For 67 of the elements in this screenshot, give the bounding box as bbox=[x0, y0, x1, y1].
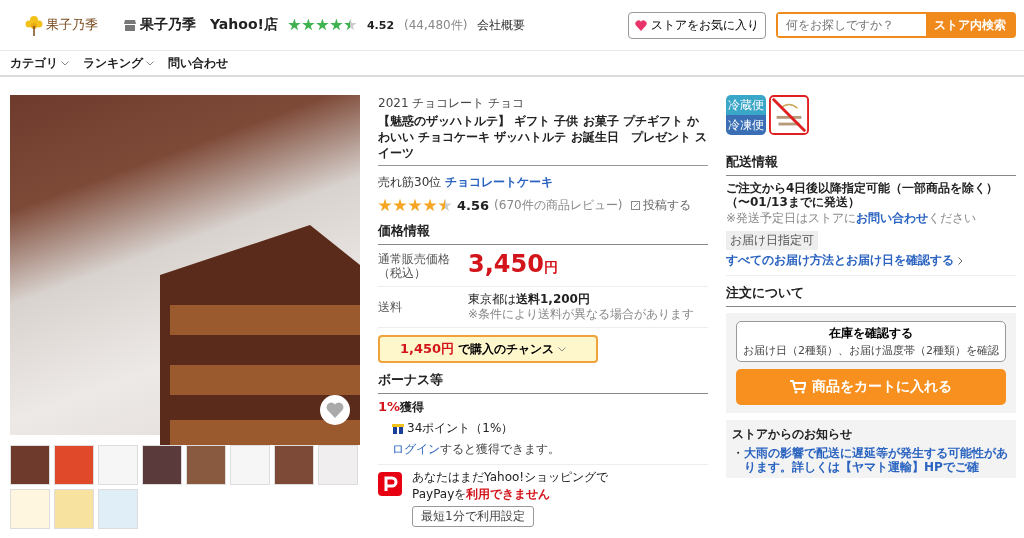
thumbnail-image[interactable] bbox=[54, 445, 94, 485]
favorite-store-button[interactable]: ストアをお気に入り bbox=[628, 11, 766, 39]
shipping-note: ※条件により送料が異なる場合があります bbox=[468, 307, 695, 322]
chevron-icon bbox=[958, 256, 963, 265]
thumbnail-image[interactable] bbox=[318, 445, 358, 485]
write-review-link[interactable]: 投稿する bbox=[631, 197, 692, 214]
shipping-fee: 東京都は送料1,200円 bbox=[468, 292, 591, 307]
points-card-icon bbox=[392, 423, 404, 434]
product-title: 【魅惑のザッハトルテ】 ギフト 子供 お菓子 プチギフト かわいい チョコケーキ ザッハトルテ お誕生日 プレゼント スイーツ bbox=[378, 113, 708, 166]
points-amount: 34ポイント（1%） bbox=[407, 420, 514, 437]
gift-wrap-not-available-drawing bbox=[769, 95, 809, 135]
contact-link[interactable]: お問い合わせ bbox=[856, 211, 929, 225]
paypay-notice: あなたはまだYahoo!ショッピングで bbox=[412, 469, 609, 486]
category-link[interactable]: チョコレートケーキ bbox=[445, 174, 554, 191]
cart-icon bbox=[790, 380, 806, 394]
store-name[interactable]: 果子乃季 Yahoo!店 bbox=[140, 16, 278, 34]
thumbnail-image[interactable] bbox=[186, 445, 226, 485]
delivery-date: ご注文から4日後以降指定可能（一部商品を除く）（〜01/13までに発送） bbox=[726, 181, 1000, 209]
heart-icon bbox=[635, 19, 647, 31]
check-stock-button[interactable]: 在庫を確認する お届け日（2種類）、お届け温度帯（2種類）を確認 bbox=[736, 321, 1006, 362]
shop-icon bbox=[124, 19, 136, 31]
notice-link[interactable]: 大雨の影響で配送に遅延等が発生する可能性があります。詳しくは【ヤマト運輸】HPでご確 bbox=[744, 446, 1010, 474]
review-count[interactable]: (44,480件) bbox=[404, 16, 468, 34]
section-heading: 配送情報 bbox=[726, 151, 1016, 176]
thumbnail-image[interactable] bbox=[98, 445, 138, 485]
nav-menu-item[interactable]: 問い合わせ bbox=[168, 54, 228, 72]
price-label: 通常販売価格 bbox=[378, 251, 451, 266]
thumbnail-image[interactable] bbox=[10, 445, 50, 485]
paypay-setup-button[interactable]: 最短1分で利用設定 bbox=[412, 506, 534, 527]
thumbnail-image[interactable] bbox=[10, 489, 50, 529]
price: 3,450円 bbox=[468, 250, 558, 280]
category-path: 2021 チョコレート チョコ bbox=[378, 95, 526, 112]
delivery-badge: 冷蔵便 bbox=[726, 95, 766, 115]
paypay-status: PayPayを利用できません bbox=[412, 486, 552, 503]
section-heading: 注文について bbox=[726, 282, 1016, 307]
shipping-label: 送料 bbox=[378, 300, 403, 314]
login-link[interactable]: ログイン bbox=[392, 442, 440, 456]
nav-menu-item[interactable]: ランキング bbox=[83, 54, 154, 72]
payment-app-icon bbox=[378, 472, 402, 496]
delivery-note: ※発送予定日はストアにお問い合わせ ください bbox=[726, 210, 978, 227]
flower-icon bbox=[24, 14, 44, 36]
price-label: （税込） bbox=[378, 265, 427, 280]
company-link[interactable]: 会社概要 bbox=[477, 16, 526, 34]
store-rating: 4.52 bbox=[366, 18, 395, 32]
thumbnail-image[interactable] bbox=[98, 489, 138, 529]
delivery-options-link[interactable]: すべてのお届け方法とお届け日を確認する bbox=[726, 252, 1016, 269]
product-rating: 4.56 bbox=[457, 198, 490, 213]
thumbnail-image[interactable] bbox=[142, 445, 182, 485]
heart-icon bbox=[326, 402, 344, 418]
login-note: ログインすると獲得できます。 bbox=[392, 441, 561, 458]
thumbnail-image[interactable] bbox=[54, 489, 94, 529]
sales-rank: 売れ筋30位 bbox=[378, 174, 442, 191]
points-rate: 1%獲得 bbox=[378, 399, 426, 416]
section-heading: ボーナス等 bbox=[378, 369, 708, 394]
thumbnail-image[interactable] bbox=[230, 445, 270, 485]
pencil-icon bbox=[631, 201, 641, 210]
delivery-tag: お届け日指定可 bbox=[726, 231, 818, 250]
thumbnail-image[interactable] bbox=[274, 445, 314, 485]
section-heading: 価格情報 bbox=[378, 220, 708, 245]
delivery-badge: 冷凍便 bbox=[726, 115, 766, 135]
caret-icon bbox=[558, 346, 567, 352]
notice-heading: ストアからのお知らせ bbox=[732, 426, 853, 443]
discount-chance-button[interactable]: 1,450円 で購入のチャンス bbox=[378, 335, 598, 363]
bullet: ・ bbox=[732, 446, 744, 462]
review-count[interactable]: (670件の商品レビュー) bbox=[494, 197, 623, 214]
store-logo[interactable]: 果子乃季 bbox=[24, 14, 104, 36]
nav-menu-item[interactable]: カテゴリ bbox=[10, 54, 69, 72]
